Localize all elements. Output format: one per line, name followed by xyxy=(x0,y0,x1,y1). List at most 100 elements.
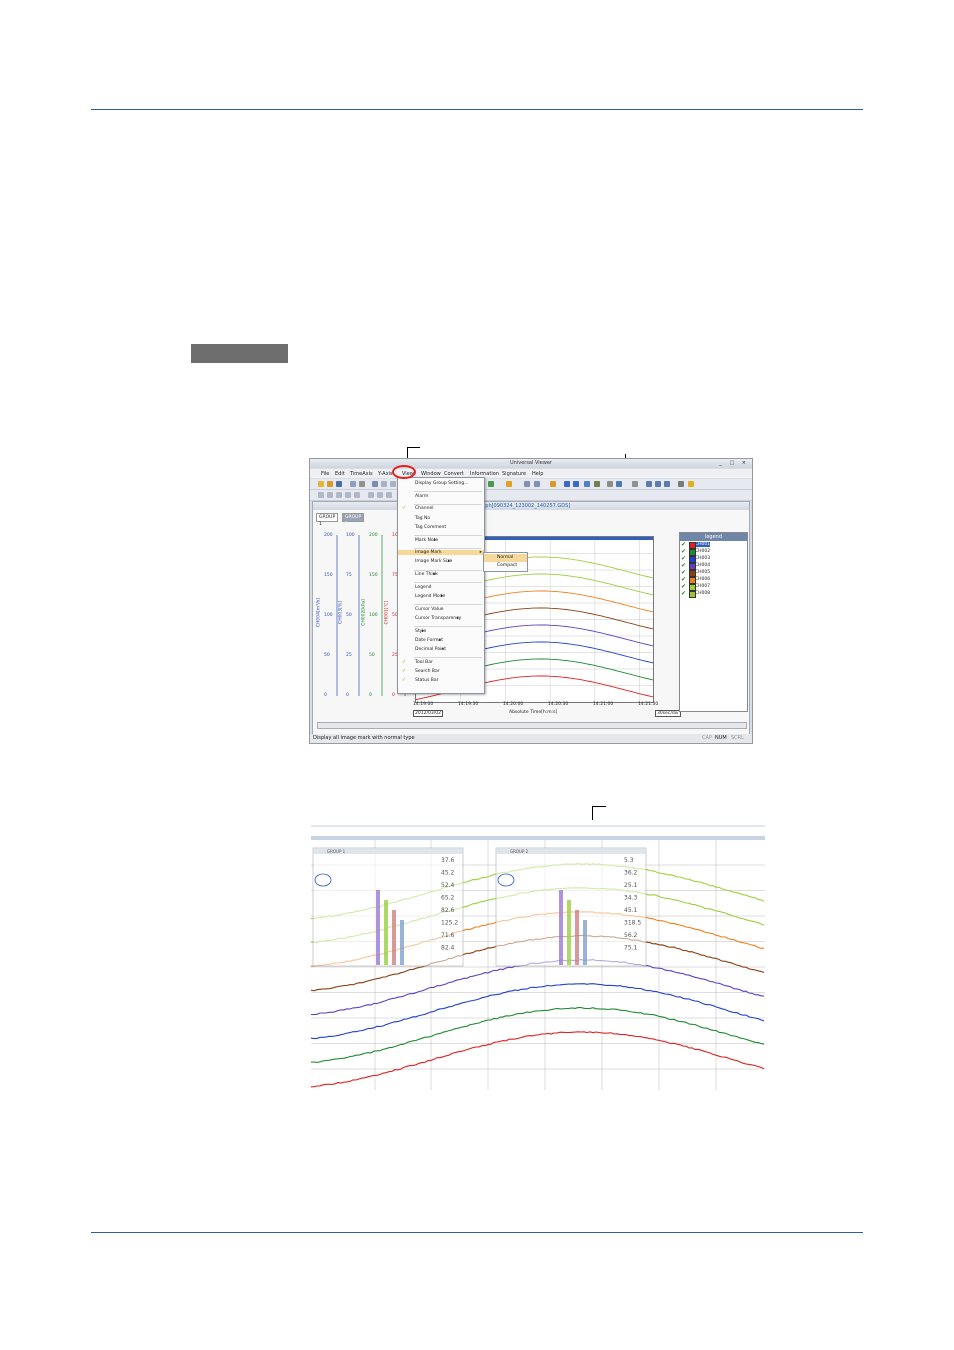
legend-item[interactable]: ✔ CH001 xyxy=(680,541,747,548)
view-menu-item-alarm[interactable]: Alarm xyxy=(415,494,428,499)
print-icon[interactable] xyxy=(359,481,365,487)
menu-edit[interactable]: Edit xyxy=(335,471,345,477)
check-icon[interactable]: ✔ xyxy=(681,541,686,548)
check-icon[interactable]: ✔ xyxy=(681,576,686,583)
view-menu-item-image-mark[interactable]: Image Mark ▸ xyxy=(398,550,484,555)
redo-icon[interactable] xyxy=(390,481,396,487)
check-icon[interactable]: ✔ xyxy=(681,548,686,555)
legend-item[interactable]: ✔ CH005 xyxy=(680,569,747,576)
tool3-icon[interactable] xyxy=(336,492,342,498)
clock-icon[interactable] xyxy=(646,481,652,487)
undo-icon[interactable] xyxy=(381,481,387,487)
chart-icon[interactable] xyxy=(632,481,638,487)
tab-group-2[interactable]: GROUP 2 xyxy=(342,513,364,522)
window4-icon[interactable] xyxy=(594,481,600,487)
menu-separator xyxy=(414,491,482,492)
view-menu-dropdown: Display Group Setting... Alarm Channel ✓ Tag… xyxy=(397,477,485,694)
menu-yaxis[interactable]: Y-Axis xyxy=(378,471,393,477)
image-mark-bar-graph xyxy=(567,900,571,965)
legend-list: ✔ CH001 ✔ CH002 ✔ CH003 ✔ CH004 ✔ CH005 ✔ CH006 ✔ CH0… xyxy=(680,541,747,597)
menu-separator xyxy=(414,570,482,571)
open-multi-icon[interactable] xyxy=(327,481,333,487)
mark-icon[interactable] xyxy=(506,481,512,487)
tool8-icon[interactable] xyxy=(386,492,392,498)
view-menu-item-decimal-point[interactable]: Decimal Point ▸ xyxy=(415,647,446,652)
view-menu-item-line-thick[interactable]: Line Thick ▸ xyxy=(415,572,438,577)
menu-timeaxis[interactable]: TimeAxis xyxy=(350,471,373,477)
menu-file[interactable]: File xyxy=(321,471,329,477)
view-menu-item-status-bar[interactable]: Status Bar xyxy=(415,678,438,683)
window3-icon[interactable] xyxy=(584,481,590,487)
view-menu-item-display-group-setting[interactable]: Display Group Setting... xyxy=(415,481,469,486)
view-menu-item-style[interactable]: Style ▸ xyxy=(415,629,426,634)
grid-icon[interactable] xyxy=(550,481,556,487)
clock3-icon[interactable] xyxy=(664,481,670,487)
check-icon[interactable]: ✔ xyxy=(681,590,686,597)
image-mark-trend-svg: GROUP 137.645.252.465.282.6125.271.682.4… xyxy=(311,820,765,1090)
check-icon[interactable]: ✔ xyxy=(681,562,686,569)
view-menu-item-mark-note[interactable]: Mark Note ▸ xyxy=(415,538,438,543)
menu-help[interactable]: Help xyxy=(532,471,543,477)
view-menu-item-tool-bar[interactable]: Tool Bar xyxy=(415,660,433,665)
window2-icon[interactable] xyxy=(573,481,579,487)
check-icon[interactable]: ✔ xyxy=(681,569,686,576)
check-icon[interactable]: ✔ xyxy=(681,555,686,562)
tool-icon[interactable] xyxy=(318,492,324,498)
zoom-icon[interactable] xyxy=(372,481,378,487)
image-mark-bar-graph xyxy=(384,900,388,965)
search-icon[interactable] xyxy=(488,481,494,487)
submenu-compact[interactable]: Compact xyxy=(484,562,527,570)
check-icon[interactable]: ✔ xyxy=(681,583,686,590)
view-menu-item-legend[interactable]: Legend xyxy=(415,585,432,590)
open-icon[interactable] xyxy=(318,481,324,487)
legend-item[interactable]: ✔ CH003 xyxy=(680,555,747,562)
view-menu-item-channel[interactable]: Channel xyxy=(415,506,433,511)
tab-group-1[interactable]: GROUP 1 xyxy=(316,513,338,522)
x-axis-label: Absolute Time[h:m:s] xyxy=(509,710,557,715)
image-mark-title: GROUP 2 xyxy=(510,849,529,854)
tool6-icon[interactable] xyxy=(368,492,374,498)
lock-icon[interactable] xyxy=(678,481,684,487)
submenu-normal[interactable]: Normal xyxy=(484,554,527,562)
tool2-icon[interactable] xyxy=(327,492,333,498)
cursor-icon[interactable] xyxy=(524,481,530,487)
help-icon[interactable] xyxy=(688,481,694,487)
save-icon[interactable] xyxy=(336,481,342,487)
horizontal-scrollbar[interactable] xyxy=(317,722,747,729)
time-tick-label: 14:19:00 xyxy=(413,702,433,707)
axis-tick-label: 0 xyxy=(369,693,372,698)
check-icon: ✓ xyxy=(402,668,406,674)
cursor2-icon[interactable] xyxy=(534,481,540,487)
table2-icon[interactable] xyxy=(616,481,622,487)
window-controls[interactable]: _ □ × xyxy=(719,460,749,466)
axis-tick-label: 100 xyxy=(324,613,333,618)
view-menu-item-legend-mode[interactable]: Legend Mode ▸ xyxy=(415,594,445,599)
menu-separator xyxy=(414,582,482,583)
legend-item[interactable]: ✔ CH004 xyxy=(680,562,747,569)
legend-item[interactable]: ✔ CH008 xyxy=(680,590,747,597)
print-preview-icon[interactable] xyxy=(350,481,356,487)
clock2-icon[interactable] xyxy=(655,481,661,487)
trend-series xyxy=(311,1032,764,1087)
menu-signature[interactable]: Signature xyxy=(502,471,526,477)
menu-separator xyxy=(414,504,482,505)
legend-item[interactable]: ✔ CH007 xyxy=(680,583,747,590)
tool5-icon[interactable] xyxy=(354,492,360,498)
view-menu-item-search-bar[interactable]: Search Bar xyxy=(415,669,440,674)
view-menu-item-tag-no[interactable]: Tag No xyxy=(415,516,430,521)
view-menu-item-date-format[interactable]: Date Format ▸ xyxy=(415,638,443,643)
legend-label: CH008 xyxy=(695,591,710,596)
window-icon[interactable] xyxy=(564,481,570,487)
table-icon[interactable] xyxy=(607,481,613,487)
legend-item[interactable]: ✔ CH002 xyxy=(680,548,747,555)
view-menu-item-cursor-transparency[interactable]: Cursor Transparency ▸ xyxy=(415,616,461,621)
legend-item[interactable]: ✔ CH006 xyxy=(680,576,747,583)
axis-tick-label: 50 xyxy=(369,653,375,658)
tool7-icon[interactable] xyxy=(377,492,383,498)
axis-tick-label: 50 xyxy=(346,613,352,618)
image-mark-value: 318.5 xyxy=(624,920,641,927)
tool4-icon[interactable] xyxy=(345,492,351,498)
view-menu-item-image-mark-size[interactable]: Image Mark Size ▸ xyxy=(415,559,452,564)
view-menu-item-cursor-value[interactable]: Cursor Value xyxy=(415,607,444,612)
view-menu-item-tag-comment[interactable]: Tag Comment xyxy=(415,525,446,530)
